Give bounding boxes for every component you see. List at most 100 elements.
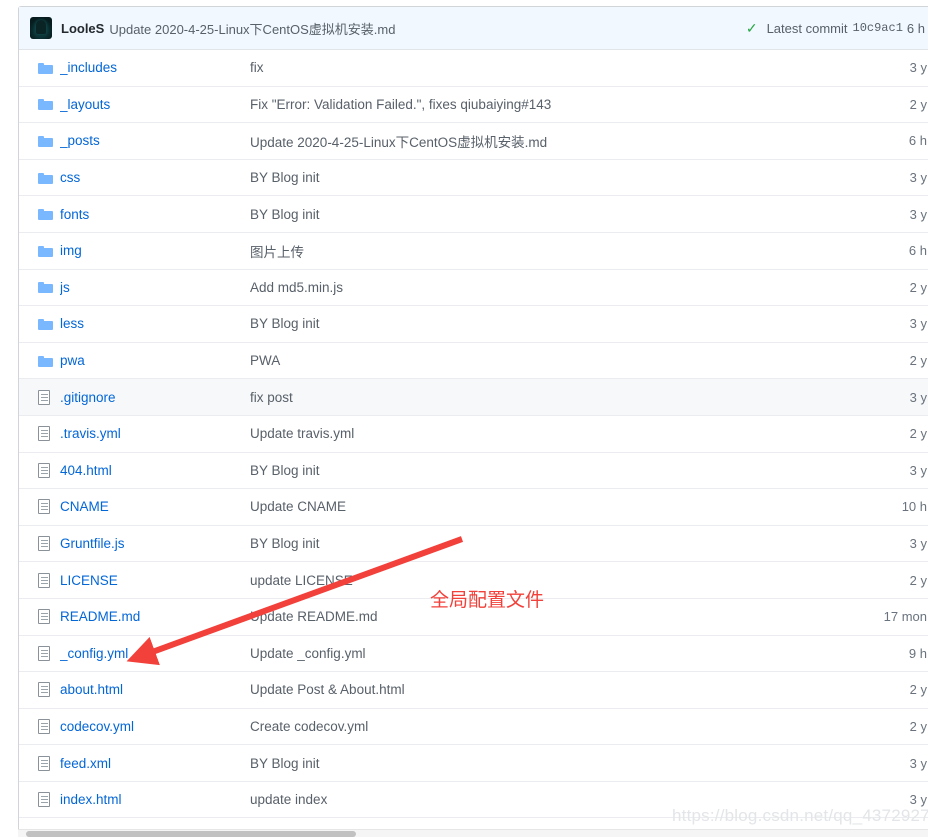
doc-icon [38,499,50,515]
file-name-link[interactable]: codecov.yml [60,719,250,734]
file-icon-cell [38,572,60,588]
file-name-link[interactable]: fonts [60,207,250,222]
viewport-left-edge [0,0,7,837]
commit-time-cell: 3 y [909,755,927,771]
commit-message-cell[interactable]: Create codecov.yml [250,719,857,734]
table-row[interactable]: fonts BY Blog init 3 y [19,196,928,233]
latest-commit-info: ✓ Latest commit 10c9ac1 6 h [746,21,927,36]
commit-message-cell[interactable]: PWA [250,353,857,368]
file-name-link[interactable]: _includes [60,60,250,75]
commit-message-cell[interactable]: fix post [250,390,857,405]
check-icon: ✓ [745,20,758,36]
file-icon-cell [38,499,60,515]
file-icon-cell [38,645,60,661]
table-row[interactable]: _config.yml Update _config.yml 9 h [19,635,928,673]
file-icon-cell [38,172,60,184]
table-row[interactable]: .gitignore fix post 3 y [19,379,928,416]
file-icon-cell [38,355,60,367]
file-name-link[interactable]: Gruntfile.js [60,536,250,551]
commit-time-cell: 9 h [908,645,927,661]
table-row[interactable]: _includes fix 3 y [19,50,928,87]
file-icon-cell [38,98,60,111]
commit-author-name[interactable]: LooleS [61,21,104,36]
file-icon-cell [38,682,60,698]
table-row[interactable]: _layouts Fix "Error: Validation Failed.",… [19,86,928,124]
file-name-link[interactable]: css [60,170,250,185]
file-name-link[interactable]: .gitignore [60,390,250,405]
commit-message-cell[interactable]: 图片上传 [250,241,857,261]
table-row[interactable]: js Add md5.min.js 2 y [19,269,928,307]
file-name-link[interactable]: feed.xml [60,756,250,771]
commit-time-cell: 3 y [909,462,927,478]
commit-message-cell[interactable]: Update README.md [250,609,857,624]
commit-message-cell[interactable]: Update _config.yml [250,646,857,661]
table-row[interactable]: about.html Update Post & About.html 2 y [19,672,928,709]
folder-icon [38,355,53,367]
repository-file-table: LooleS Update 2020-4-25-Linux下CentOS虚拟机安… [18,6,928,837]
table-row[interactable]: CNAME Update CNAME 10 h [19,489,928,526]
file-name-link[interactable]: index.html [60,792,250,807]
table-row[interactable]: Gruntfile.js BY Blog init 3 y [19,525,928,563]
avatar[interactable] [30,17,52,39]
file-icon-cell [38,718,60,734]
file-name-link[interactable]: less [60,316,250,331]
file-name-link[interactable]: _layouts [60,97,250,112]
file-name-link[interactable]: about.html [60,682,250,697]
github-file-browser: LooleS Update 2020-4-25-Linux下CentOS虚拟机安… [0,0,928,837]
annotation-label: 全局配置文件 [430,589,545,611]
commit-message-cell[interactable]: BY Blog init [250,756,857,771]
commit-message-cell[interactable]: BY Blog init [250,170,857,185]
table-row[interactable]: pwa PWA 2 y [19,342,928,380]
commit-time-cell: 3 y [909,206,927,222]
file-name-link[interactable]: README.md [60,609,250,624]
commit-message-cell[interactable]: fix [250,60,857,75]
file-name-link[interactable]: .travis.yml [60,426,250,441]
commit-message-cell[interactable]: Update CNAME [250,499,857,514]
table-row[interactable]: feed.xml BY Blog init 3 y [19,745,928,782]
commit-message-cell[interactable]: BY Blog init [250,207,857,222]
commit-message-cell[interactable]: BY Blog init [250,536,857,551]
file-name-link[interactable]: img [60,243,250,258]
file-name-link[interactable]: LICENSE [60,573,250,588]
file-icon-cell [38,609,60,625]
table-row[interactable]: less BY Blog init 3 y [19,306,928,343]
commit-sha[interactable]: 10c9ac1 [853,21,903,35]
folder-icon [38,318,53,330]
commit-message-reference[interactable]: fixes qiubaiying#143 [428,96,552,112]
file-icon-cell [38,792,60,808]
file-name-link[interactable]: _posts [60,133,250,148]
table-row[interactable]: img 图片上传 6 h [19,232,928,270]
table-row[interactable]: _posts Update 2020-4-25-Linux下CentOS虚拟机安装… [19,123,928,160]
commit-relative-time: 6 h [906,20,925,36]
commit-message-cell[interactable]: BY Blog init [250,316,857,331]
file-name-link[interactable]: js [60,280,250,295]
scrollbar-thumb[interactable] [26,831,356,837]
doc-icon [38,536,50,552]
commit-message-cell[interactable]: update index [250,792,857,807]
commit-header-message[interactable]: Update 2020-4-25-Linux下CentOS虚拟机安装.md [109,19,395,38]
doc-icon [38,609,50,625]
doc-icon [38,572,50,588]
commit-message-cell[interactable]: update LICENSE [250,573,857,588]
table-row[interactable]: css BY Blog init 3 y [19,159,928,197]
file-name-link[interactable]: 404.html [60,463,250,478]
table-row[interactable]: .travis.yml Update travis.yml 2 y [19,415,928,453]
file-name-link[interactable]: pwa [60,353,250,368]
commit-message-cell[interactable]: Update Post & About.html [250,682,857,697]
commit-message-cell[interactable]: Add md5.min.js [250,280,857,295]
latest-commit-label: Latest commit [766,20,848,36]
file-name-link[interactable]: _config.yml [60,646,250,661]
commit-message-cell[interactable]: BY Blog init [250,463,857,478]
horizontal-scrollbar[interactable] [18,829,928,837]
commit-time-cell: 17 mon [883,609,927,625]
file-name-link[interactable]: CNAME [60,499,250,514]
doc-icon [38,755,50,771]
table-row[interactable]: 404.html BY Blog init 3 y [19,452,928,490]
commit-message-cell[interactable]: Fix "Error: Validation Failed.", fixes q… [250,96,857,112]
folder-icon [38,245,53,257]
commit-message-cell[interactable]: Update travis.yml [250,426,857,441]
file-icon-cell [38,62,60,74]
commit-time-cell: 2 y [909,426,927,442]
table-row[interactable]: codecov.yml Create codecov.yml 2 y [19,708,928,746]
commit-message-cell[interactable]: Update 2020-4-25-Linux下CentOS虚拟机安装.md [250,131,857,151]
